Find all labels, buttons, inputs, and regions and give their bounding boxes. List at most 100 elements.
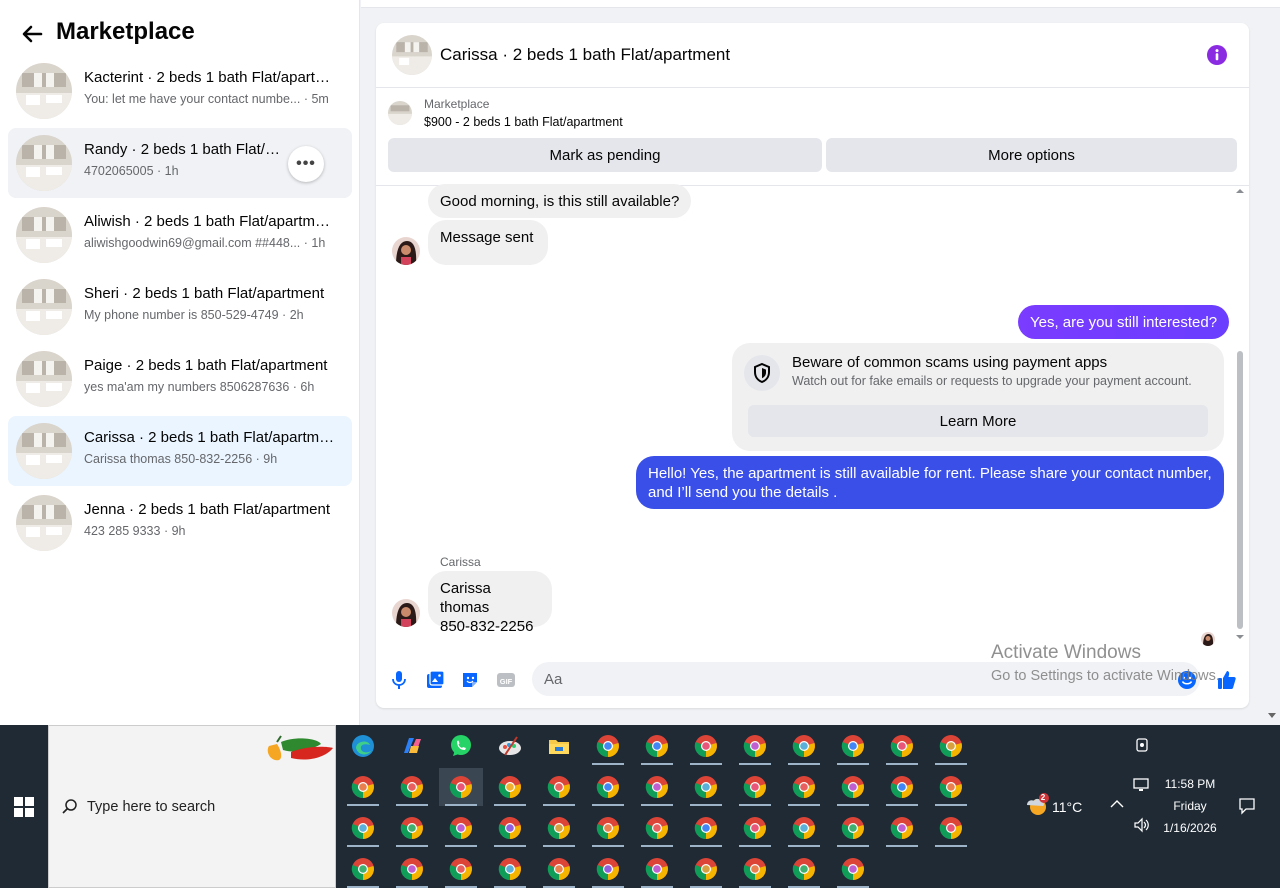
chrome-profile-icon[interactable] (880, 768, 924, 806)
chrome-profile-icon[interactable] (537, 768, 581, 806)
chrome-profile-icon[interactable] (537, 850, 581, 888)
conversation-item[interactable]: Aliwish · 2 beds 1 bath Flat/apartm… ali… (8, 200, 352, 270)
conversation-title: Sheri · 2 beds 1 bath Flat/apartment (84, 285, 325, 302)
chrome-profile-icon[interactable] (488, 809, 532, 847)
listing-thumbnail (16, 135, 72, 191)
page-scroll-down-icon[interactable] (1267, 712, 1277, 720)
chrome-profile-icon[interactable] (390, 809, 434, 847)
chrome-profile-icon[interactable] (733, 768, 777, 806)
sticker-icon[interactable] (459, 669, 481, 691)
conversation-item[interactable]: Sheri · 2 beds 1 bath Flat/apartment My … (8, 272, 352, 342)
chrome-profile-icon[interactable] (635, 727, 679, 765)
chrome-profile-icon-active[interactable] (439, 768, 483, 806)
volume-icon[interactable] (1133, 817, 1151, 833)
windows-start-icon[interactable] (14, 797, 34, 817)
outgoing-message: Hello! Yes, the apartment is still avail… (636, 456, 1224, 509)
shield-icon (744, 355, 780, 391)
scrollbar-thumb[interactable] (1237, 351, 1243, 629)
windows-taskbar: Type here to search 2 11°C 11:58 PM Frid… (0, 725, 1280, 888)
conversation-item[interactable]: Paige · 2 beds 1 bath Flat/apartment yes… (8, 344, 352, 414)
chrome-profile-icon[interactable] (782, 850, 826, 888)
listing-thumbnail (388, 101, 412, 125)
chrome-profile-icon[interactable] (488, 850, 532, 888)
chrome-profile-icon[interactable] (488, 768, 532, 806)
mark-as-pending-button[interactable]: Mark as pending (388, 138, 822, 172)
camera-tray-icon[interactable] (1134, 737, 1150, 753)
chrome-profile-icon[interactable] (635, 768, 679, 806)
notification-center-icon[interactable] (1238, 797, 1256, 815)
chrome-profile-icon[interactable] (586, 809, 630, 847)
network-icon[interactable] (1133, 777, 1151, 793)
chrome-profile-icon[interactable] (635, 809, 679, 847)
chrome-profile-icon[interactable] (782, 809, 826, 847)
chrome-profile-icon[interactable] (929, 727, 973, 765)
listing-price[interactable]: $900 - 2 beds 1 bath Flat/apartment (424, 115, 623, 129)
chrome-profile-icon[interactable] (586, 727, 630, 765)
chrome-profile-icon[interactable] (684, 768, 728, 806)
listing-thumbnail (16, 351, 72, 407)
chrome-profile-icon[interactable] (341, 809, 385, 847)
contact-avatar[interactable] (392, 599, 420, 627)
chat-header: Carissa · 2 beds 1 bath Flat/apartment (376, 23, 1249, 88)
chrome-profile-icon[interactable] (439, 809, 483, 847)
chrome-profile-icon[interactable] (831, 809, 875, 847)
chrome-profile-icon[interactable] (684, 850, 728, 888)
conversation-item[interactable]: Kacterint · 2 beds 1 bath Flat/apart… Yo… (8, 56, 352, 126)
listing-thumbnail[interactable] (392, 35, 432, 75)
chrome-profile-icon[interactable] (733, 809, 777, 847)
clock-date[interactable]: 1/16/2026 (1156, 821, 1224, 835)
chrome-profile-icon[interactable] (880, 809, 924, 847)
learn-more-button[interactable]: Learn More (748, 405, 1208, 437)
whatsapp-app-icon[interactable] (439, 727, 483, 765)
chrome-profile-icon[interactable] (586, 850, 630, 888)
microphone-icon[interactable] (388, 669, 410, 691)
sidebar-title: Marketplace (56, 18, 195, 45)
chrome-profile-icon[interactable] (390, 850, 434, 888)
more-options-icon[interactable]: ••• (288, 146, 324, 182)
back-arrow-icon[interactable] (20, 22, 44, 46)
conversation-item[interactable]: Randy · 2 beds 1 bath Flat/apart… 470206… (8, 128, 352, 198)
clock-time[interactable]: 11:58 PM (1156, 777, 1224, 791)
temperature-label[interactable]: 11°C (1052, 799, 1082, 815)
edge-app-icon[interactable] (341, 727, 385, 765)
chili-peppers-icon (267, 735, 333, 761)
more-options-button[interactable]: More options (826, 138, 1237, 172)
paint-app-icon[interactable] (488, 727, 532, 765)
conversation-preview: yes ma'am my numbers 8506287636 · 6h (84, 380, 315, 394)
chrome-profile-icon[interactable] (733, 850, 777, 888)
taskbar-search-box[interactable]: Type here to search (48, 725, 336, 888)
chrome-profile-icon[interactable] (733, 727, 777, 765)
chrome-profile-icon[interactable] (684, 727, 728, 765)
chrome-profile-icon[interactable] (831, 727, 875, 765)
conversation-title: Paige · 2 beds 1 bath Flat/apartment (84, 357, 328, 374)
chrome-profile-icon[interactable] (439, 850, 483, 888)
info-icon[interactable] (1207, 45, 1227, 65)
photo-icon[interactable] (424, 669, 446, 691)
conversation-title: Aliwish · 2 beds 1 bath Flat/apartm… (84, 213, 330, 230)
conversation-item-selected[interactable]: Carissa · 2 beds 1 bath Flat/apartm… Car… (8, 416, 352, 486)
gif-icon[interactable]: GIF (495, 669, 517, 691)
clock-day[interactable]: Friday (1156, 799, 1224, 813)
chrome-profile-icon[interactable] (831, 768, 875, 806)
chrome-profile-icon[interactable] (586, 768, 630, 806)
chat-title[interactable]: Carissa · 2 beds 1 bath Flat/apartment (440, 45, 730, 65)
chevron-up-icon[interactable] (1110, 799, 1124, 809)
chrome-profile-icon[interactable] (929, 768, 973, 806)
chrome-profile-icon[interactable] (341, 768, 385, 806)
copilot-app-icon[interactable] (390, 727, 434, 765)
chrome-profile-icon[interactable] (341, 850, 385, 888)
conversation-item[interactable]: Jenna · 2 beds 1 bath Flat/apartment 423… (8, 488, 352, 558)
chrome-profile-icon[interactable] (782, 727, 826, 765)
contact-avatar[interactable] (392, 237, 420, 265)
scam-warning-card: Beware of common scams using payment app… (732, 343, 1224, 451)
chrome-profile-icon[interactable] (831, 850, 875, 888)
chrome-profile-icon[interactable] (782, 768, 826, 806)
chrome-profile-icon[interactable] (635, 850, 679, 888)
chrome-profile-icon[interactable] (880, 727, 924, 765)
activate-windows-watermark: Activate Windows Go to Settings to activ… (991, 642, 1220, 684)
file-explorer-icon[interactable] (537, 727, 581, 765)
chrome-profile-icon[interactable] (684, 809, 728, 847)
chrome-profile-icon[interactable] (390, 768, 434, 806)
chrome-profile-icon[interactable] (929, 809, 973, 847)
chrome-profile-icon[interactable] (537, 809, 581, 847)
